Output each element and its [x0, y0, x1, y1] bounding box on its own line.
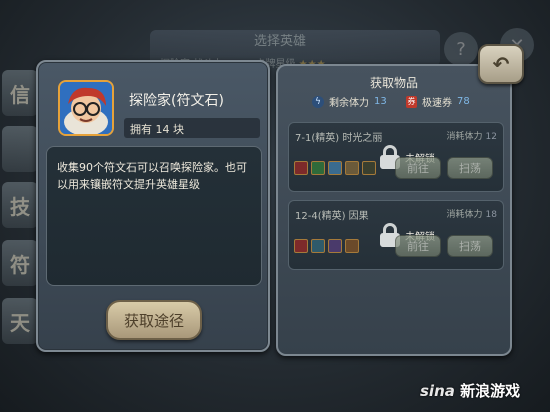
sina-logo: sina — [420, 382, 455, 400]
drop-item-icon — [345, 161, 359, 175]
ticket-label: 极速券 — [422, 98, 452, 109]
side-tab-3: 技 — [2, 182, 38, 228]
stamina-label: 剩余体力 — [329, 98, 369, 109]
stamina-value: 13 — [374, 96, 387, 107]
background-side-tabs: 信 技 符 天 — [0, 60, 40, 360]
ticket-stat: 券 极速券 78 — [406, 94, 470, 109]
drop-item-icon — [311, 161, 325, 175]
drop-item-icon — [328, 239, 342, 253]
stage-cost-label: 消耗体力 — [446, 210, 483, 220]
sina-watermark: sina 新浪游戏 — [420, 380, 520, 401]
stamina-stat: ϟ 剩余体力 13 — [312, 94, 387, 109]
stage-cost-value: 18 — [485, 210, 497, 220]
background-title: 选择英雄 — [253, 34, 306, 49]
obtain-method-button[interactable]: 获取途径 — [106, 300, 202, 340]
stage-entry: 7-1(精英) 时光之丽 消耗体力12 未解锁 前往 扫荡 — [288, 122, 504, 192]
go-button[interactable]: 前往 — [395, 235, 441, 257]
background-help-icon: ? — [444, 32, 478, 66]
drop-item-icon — [294, 239, 308, 253]
speed-ticket-icon: 券 — [406, 95, 417, 108]
stage-name: 7-1(精英) 时光之丽 — [295, 133, 383, 144]
side-tab-2 — [2, 126, 38, 172]
stage-cost-label: 消耗体力 — [446, 132, 483, 142]
drop-item-icon — [345, 239, 359, 253]
go-button[interactable]: 前往 — [395, 157, 441, 179]
stage-entry: 12-4(精英) 因果 消耗体力18 未解锁 前往 扫荡 — [288, 200, 504, 270]
stage-cost: 消耗体力 12 — [447, 129, 497, 142]
ticket-value: 78 — [457, 96, 470, 107]
stage-cost-value: 12 — [485, 132, 497, 142]
sweep-button[interactable]: 扫荡 — [447, 157, 493, 179]
stamina-icon: ϟ — [312, 95, 324, 108]
explorer-avatar — [58, 80, 114, 136]
item-name: 探险家(符文石) — [129, 93, 224, 109]
stage-drops — [294, 239, 359, 253]
side-tab-4: 符 — [2, 240, 38, 286]
stage-drops — [294, 161, 376, 175]
acquire-title: 获取物品 — [369, 76, 418, 90]
drop-item-icon — [328, 161, 342, 175]
owned-count: 拥有 14 块 — [124, 118, 260, 138]
back-arrow-icon[interactable]: ↶ — [478, 44, 524, 84]
item-info-panel: 探险家(符文石) 拥有 14 块 收集90个符文石可以召唤探险家。也可以用来镶嵌… — [36, 60, 270, 352]
acquire-panel: 获取物品 ϟ 剩余体力 13 券 极速券 78 7-1(精英) 时光之丽 消耗体… — [276, 64, 512, 356]
side-tab-1: 信 — [2, 70, 38, 116]
drop-item-icon — [362, 161, 376, 175]
sweep-button[interactable]: 扫荡 — [447, 235, 493, 257]
side-tab-5: 天 — [2, 298, 38, 344]
sina-watermark-text: 新浪游戏 — [460, 382, 521, 400]
item-description: 收集90个符文石可以召唤探险家。也可以用来镶嵌符文提升英雄星级 — [46, 146, 262, 286]
drop-item-icon — [311, 239, 325, 253]
stage-name: 12-4(精英) 因果 — [295, 211, 369, 222]
drop-item-icon — [294, 161, 308, 175]
stage-cost: 消耗体力 18 — [447, 207, 497, 220]
